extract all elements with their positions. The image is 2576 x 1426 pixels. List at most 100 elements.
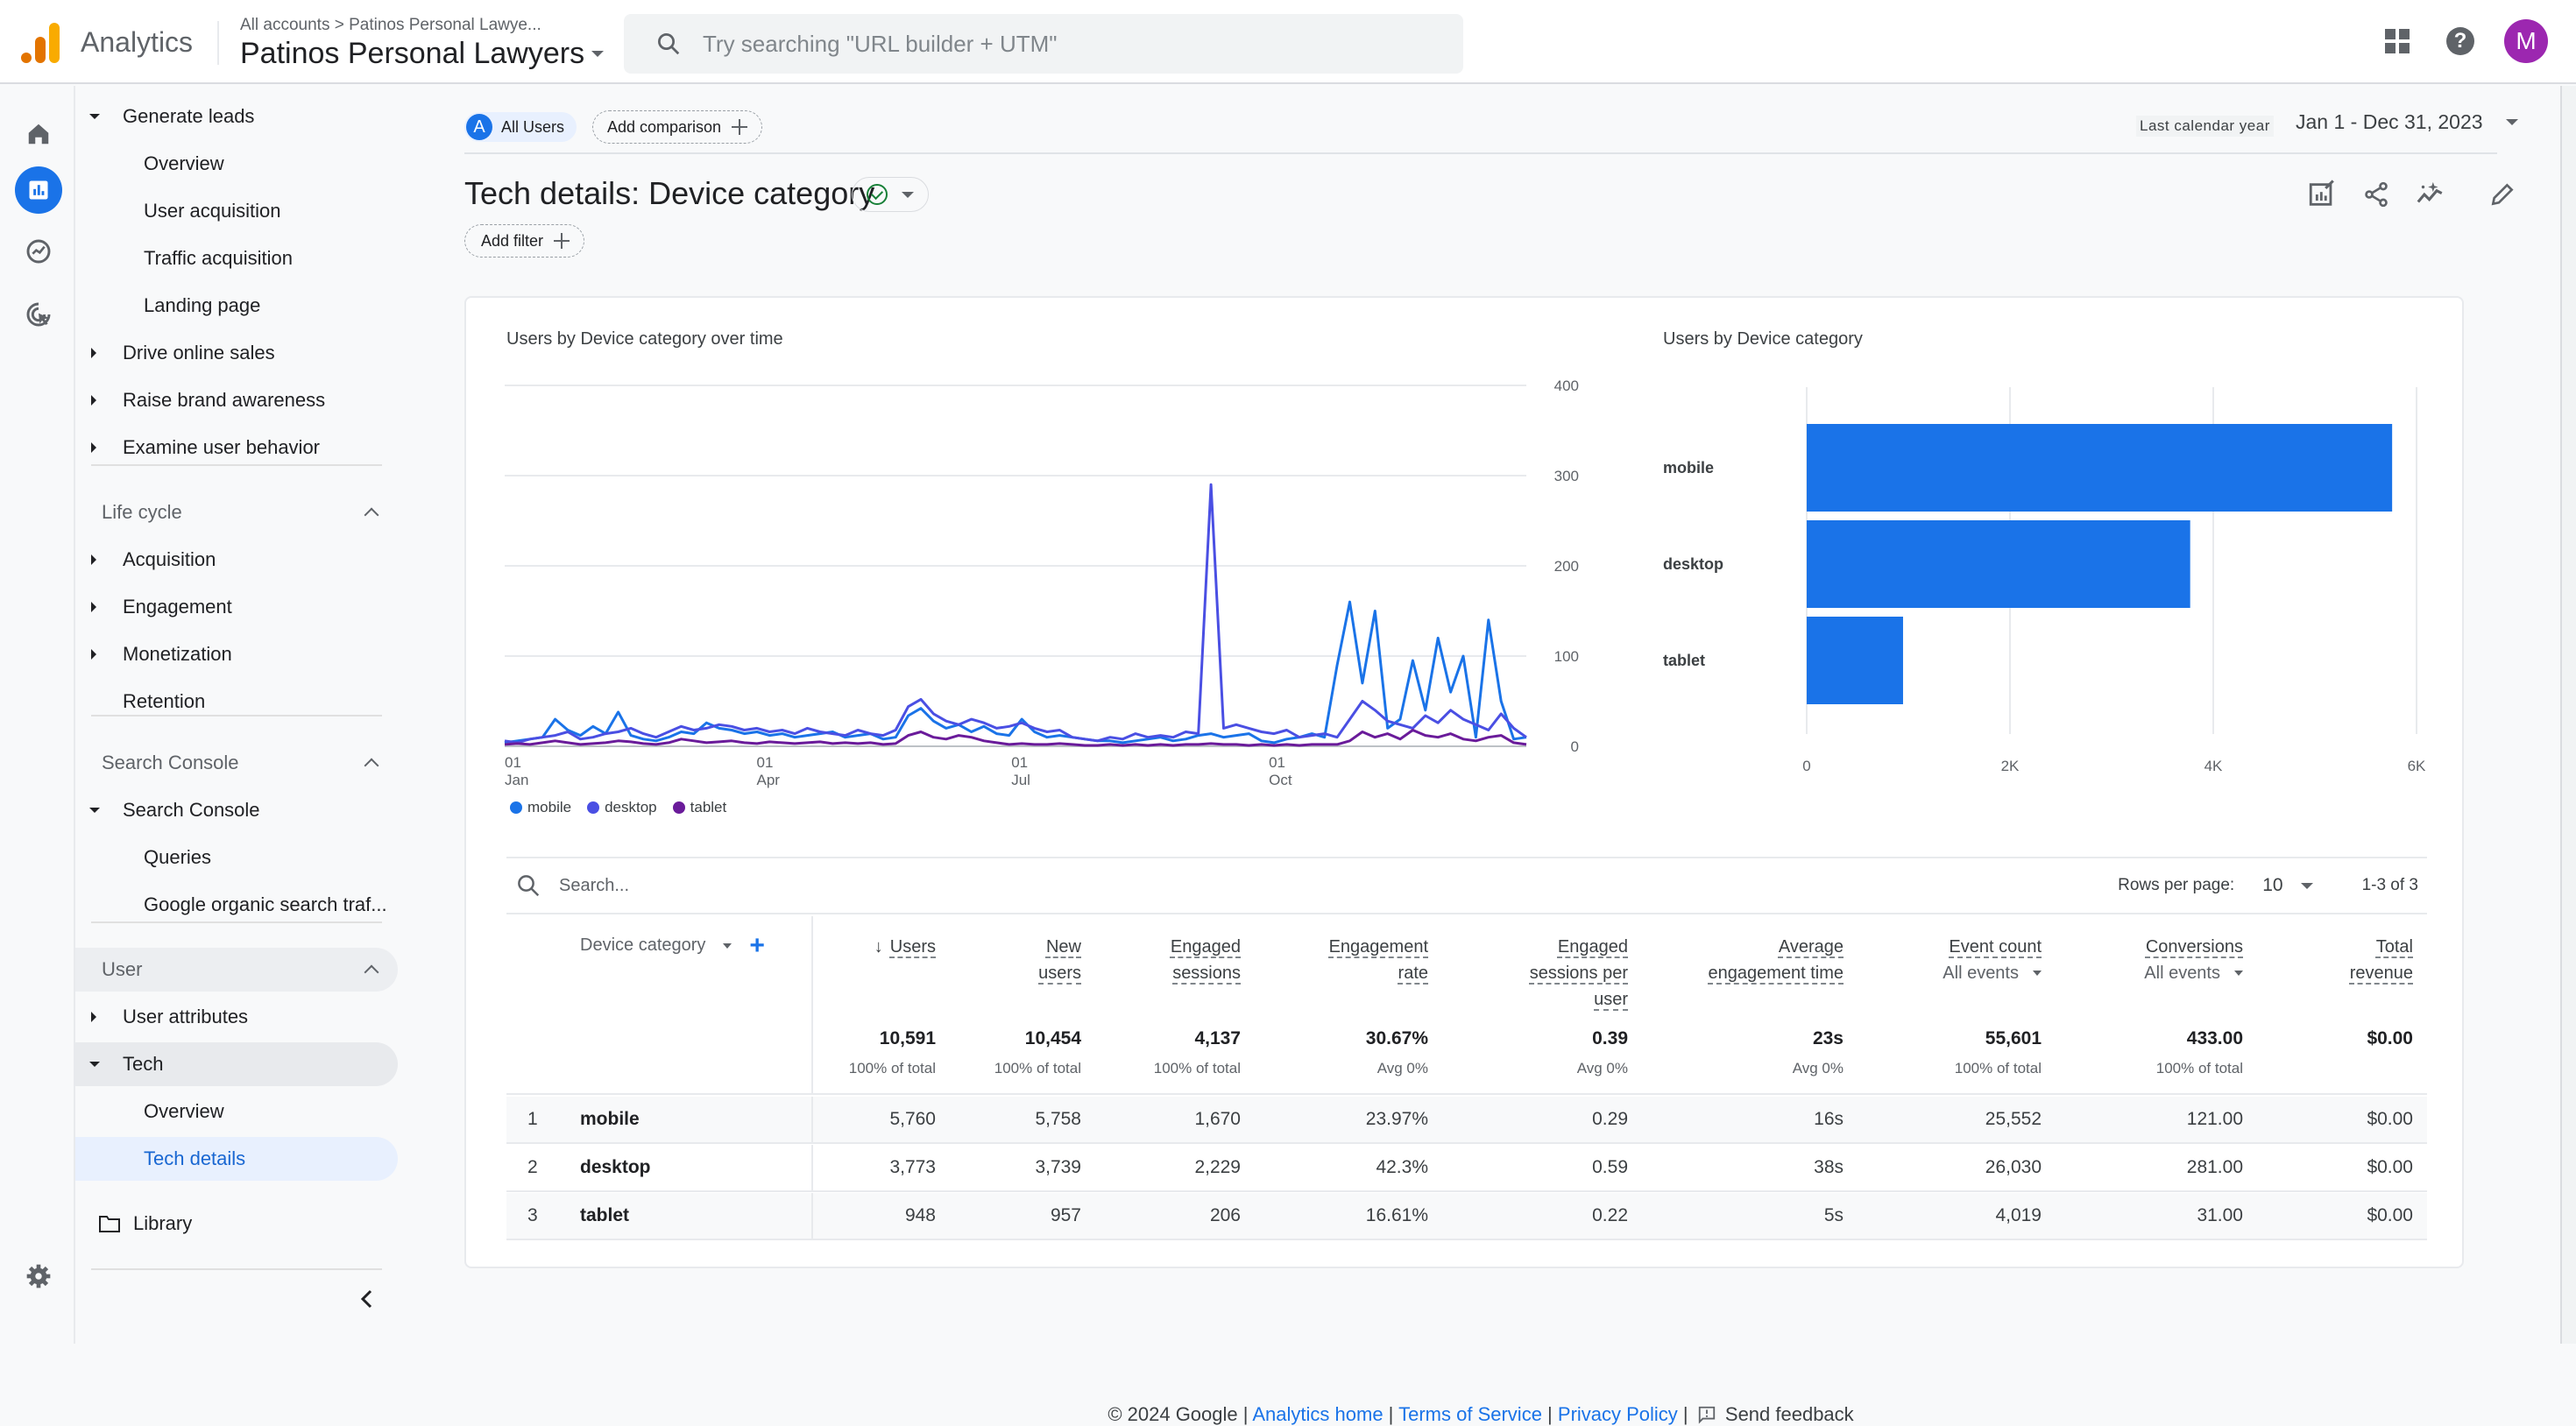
column-header-engaged-sessions[interactable]: Engaged sessions — [1171, 934, 1241, 986]
column-header-total-revenue[interactable]: Total revenue — [2350, 934, 2413, 986]
add-comparison-button[interactable]: Add comparison — [592, 110, 763, 144]
segment-chip-all-users[interactable]: A All Users — [464, 112, 577, 142]
x-tick-day: 01 — [757, 754, 774, 771]
sort-descending-icon: ↓ — [874, 937, 883, 957]
column-header-event-count[interactable]: Event count All events — [1943, 934, 2042, 986]
add-dimension-button[interactable]: + — [749, 932, 765, 958]
nav-item-drive-online-sales[interactable]: Drive online sales — [75, 331, 398, 375]
nav-item-monetization[interactable]: Monetization — [75, 632, 398, 676]
column-total: 10,454 100% of total — [994, 1028, 1081, 1077]
total-value: 433.00 — [2186, 1028, 2243, 1048]
caret-right-icon — [91, 348, 96, 358]
nav-section-user[interactable]: User — [75, 948, 398, 992]
advertising-icon[interactable] — [15, 291, 62, 338]
avatar[interactable]: M — [2504, 19, 2548, 63]
footer-link-analytics-home[interactable]: Analytics home — [1252, 1403, 1383, 1425]
nav-item-landing-page[interactable]: Landing page — [75, 284, 398, 328]
nav-item-tech[interactable]: Tech — [75, 1042, 398, 1086]
series-line-desktop[interactable] — [504, 483, 1527, 745]
table-cell: 38s — [1814, 1157, 1844, 1177]
dimension-selector[interactable]: Device category + — [580, 932, 765, 958]
y-tick-label: 300 — [1554, 468, 1579, 484]
column-header-users[interactable]: ↓ Users — [874, 934, 936, 960]
report-status-dropdown[interactable] — [852, 177, 929, 212]
search-input[interactable]: Try searching "URL builder + UTM" — [624, 14, 1463, 74]
collapse-nav-button[interactable] — [354, 1286, 380, 1312]
nav-section-search-console[interactable]: Search Console — [75, 741, 398, 785]
nav-item-overview[interactable]: Overview — [75, 142, 398, 186]
customize-report-icon[interactable] — [2304, 177, 2339, 212]
analytics-logo-icon[interactable] — [21, 21, 60, 63]
legend-dot — [510, 801, 522, 814]
total-subtext: Avg 0% — [1576, 1060, 1628, 1077]
footer-link-privacy[interactable]: Privacy Policy — [1558, 1403, 1678, 1425]
legend-item-mobile[interactable]: mobile — [510, 799, 571, 816]
series-line-mobile[interactable] — [504, 600, 1527, 745]
event-selector[interactable]: All events — [1943, 960, 2042, 986]
nav-item-tech-details[interactable]: Tech details — [75, 1137, 398, 1181]
nav-item-acquisition[interactable]: Acquisition — [75, 538, 398, 582]
nav-item-raise-brand-awareness[interactable]: Raise brand awareness — [75, 378, 398, 422]
settings-icon[interactable] — [15, 1253, 62, 1300]
edit-icon[interactable] — [2485, 177, 2520, 212]
apps-grid-icon[interactable] — [2378, 22, 2417, 60]
rows-per-page-value: 10 — [2262, 875, 2283, 895]
table-row[interactable]: 3 tablet 948 957 206 16.61% 0.22 5s 4,019 31.00 $0… — [506, 1193, 2427, 1240]
rows-per-page-select[interactable]: 10 — [2262, 875, 2313, 896]
total-subtext: Avg 0% — [1792, 1060, 1844, 1077]
nav-section-life-cycle[interactable]: Life cycle — [75, 491, 398, 534]
explore-icon[interactable] — [15, 228, 62, 275]
send-feedback-button[interactable]: Send feedback — [1694, 1403, 1854, 1425]
share-icon[interactable] — [2359, 177, 2394, 212]
column-header-new-users[interactable]: New users — [1038, 934, 1081, 986]
nav-item-examine-user-behavior[interactable]: Examine user behavior — [75, 426, 398, 469]
legend-item-desktop[interactable]: desktop — [587, 799, 657, 816]
caret-down-icon — [2033, 971, 2042, 976]
column-total: 0.39 Avg 0% — [1577, 1028, 1628, 1077]
nav-item-overview[interactable]: Overview — [75, 1090, 398, 1133]
footer: © 2024 Google | Analytics home | Terms o… — [1108, 1403, 1854, 1425]
add-filter-button[interactable]: Add filter — [464, 224, 585, 258]
nav-item-queries[interactable]: Queries — [75, 836, 398, 879]
insights-icon[interactable] — [2413, 177, 2448, 212]
table-row[interactable]: 2 desktop 3,773 3,739 2,229 42.3% 0.59 38s 26,03… — [506, 1145, 2427, 1192]
legend-item-tablet[interactable]: tablet — [672, 799, 726, 816]
footer-link-terms[interactable]: Terms of Service — [1398, 1403, 1542, 1425]
column-header-engaged-sessions-per-user[interactable]: Engaged sessions per user — [1530, 934, 1628, 1013]
nav-item-retention[interactable]: Retention — [75, 680, 398, 724]
home-icon[interactable] — [15, 110, 62, 158]
nav-item-google-organic-search-traf[interactable]: Google organic search traf... — [75, 883, 398, 927]
nav-item-library[interactable]: Library — [75, 1202, 398, 1246]
date-range-picker[interactable]: Jan 1 - Dec 31, 2023 — [2296, 110, 2518, 134]
bar-chart: 0 2K 4K 6K mobile desktop tablet — [1663, 387, 2426, 774]
nav-item-user-acquisition[interactable]: User acquisition — [75, 189, 398, 233]
chevron-up-icon — [364, 758, 379, 773]
nav-divider — [91, 1268, 382, 1270]
column-header-conversions[interactable]: Conversions All events — [2144, 934, 2243, 986]
nav-item-engagement[interactable]: Engagement — [75, 585, 398, 629]
caret-right-icon — [91, 554, 96, 565]
help-icon[interactable]: ? — [2441, 22, 2480, 60]
nav-item-traffic-acquisition[interactable]: Traffic acquisition — [75, 236, 398, 280]
column-header-engagement-rate[interactable]: Engagement rate — [1329, 934, 1428, 986]
breadcrumb[interactable]: All accounts > Patinos Personal Lawye... — [240, 16, 541, 35]
bar-desktop[interactable] — [1807, 520, 2190, 608]
property-selector[interactable]: Patinos Personal Lawyers — [240, 37, 605, 71]
bar-mobile[interactable] — [1807, 424, 2393, 512]
page-scrollbar[interactable] — [2560, 86, 2576, 1344]
bar-tablet[interactable] — [1807, 617, 1903, 704]
table-search-input[interactable]: Search... — [559, 876, 629, 896]
nav-item-generate-leads[interactable]: Generate leads — [75, 95, 398, 138]
table-row[interactable]: 1 mobile 5,760 5,758 1,670 23.97% 0.29 16s 25,55… — [506, 1097, 2427, 1144]
y-tick-label: 100 — [1554, 648, 1579, 665]
search-icon — [518, 875, 540, 897]
legend-dot — [672, 801, 685, 814]
event-selector[interactable]: All events — [2144, 960, 2243, 986]
chevron-left-icon — [360, 1289, 372, 1309]
column-total: 433.00 100% of total — [2156, 1028, 2243, 1077]
nav-item-search-console[interactable]: Search Console — [75, 788, 398, 832]
column-title: New — [1045, 937, 1081, 957]
column-header-average-engagement-time[interactable]: Average engagement time — [1708, 934, 1844, 986]
reports-icon[interactable] — [15, 166, 62, 214]
nav-item-user-attributes[interactable]: User attributes — [75, 995, 398, 1039]
